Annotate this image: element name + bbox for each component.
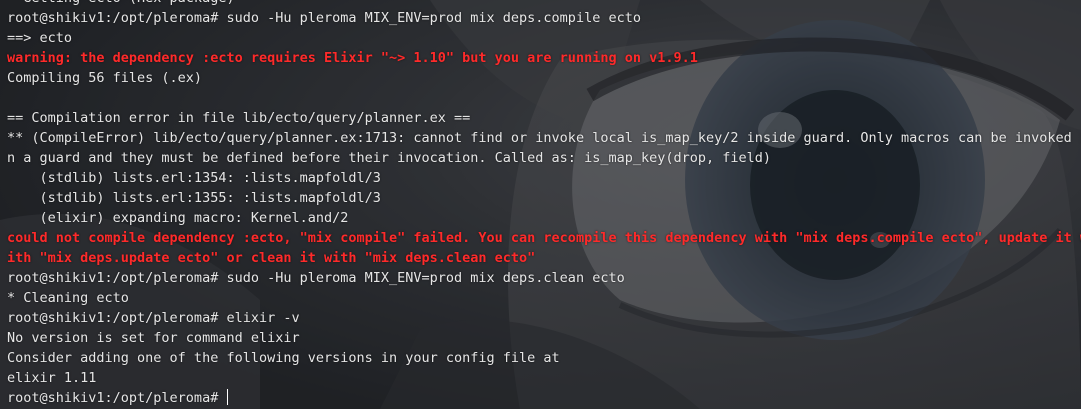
terminal-line: ** (CompileError) lib/ecto/query/planner… bbox=[7, 130, 1081, 146]
terminal-line: n a guard and they must be defined befor… bbox=[7, 150, 772, 166]
terminal-line: elixir 1.11 bbox=[7, 370, 97, 386]
terminal-line: (stdlib) lists.erl:1354: :lists.mapfoldl… bbox=[7, 170, 381, 186]
terminal-prompt: root@shikiv1:/opt/pleroma# bbox=[7, 390, 227, 406]
terminal-line: Getting ecto (Hex package) bbox=[7, 0, 1081, 8]
terminal-prompt-line[interactable]: root@shikiv1:/opt/pleroma# bbox=[7, 388, 1081, 408]
terminal-line: Consider adding one of the following ver… bbox=[7, 350, 560, 366]
terminal-window[interactable]: Getting ecto (Hex package) root@shikiv1:… bbox=[0, 0, 1081, 409]
terminal-line: ==> ecto bbox=[7, 30, 73, 46]
terminal-line: root@shikiv1:/opt/pleroma# elixir -v bbox=[7, 310, 300, 326]
terminal-line: root@shikiv1:/opt/pleroma# sudo -Hu pler… bbox=[7, 10, 641, 26]
terminal-line-error: ith "mix deps.update ecto" or clean it w… bbox=[7, 250, 536, 266]
terminal-output: Getting ecto (Hex package) root@shikiv1:… bbox=[7, 0, 1081, 408]
terminal-line: (elixir) expanding macro: Kernel.and/2 bbox=[7, 210, 349, 226]
terminal-line: root@shikiv1:/opt/pleroma# sudo -Hu pler… bbox=[7, 270, 625, 286]
terminal-line: No version is set for command elixir bbox=[7, 330, 300, 346]
terminal-line: (stdlib) lists.erl:1355: :lists.mapfoldl… bbox=[7, 190, 381, 206]
terminal-line-error: could not compile dependency :ecto, "mix… bbox=[7, 230, 1081, 246]
text-cursor bbox=[227, 389, 229, 405]
terminal-line: * Cleaning ecto bbox=[7, 290, 129, 306]
terminal-line-warning: warning: the dependency :ecto requires E… bbox=[7, 50, 698, 66]
terminal-line: == Compilation error in file lib/ecto/qu… bbox=[7, 110, 471, 126]
terminal-line: Compiling 56 files (.ex) bbox=[7, 70, 203, 86]
